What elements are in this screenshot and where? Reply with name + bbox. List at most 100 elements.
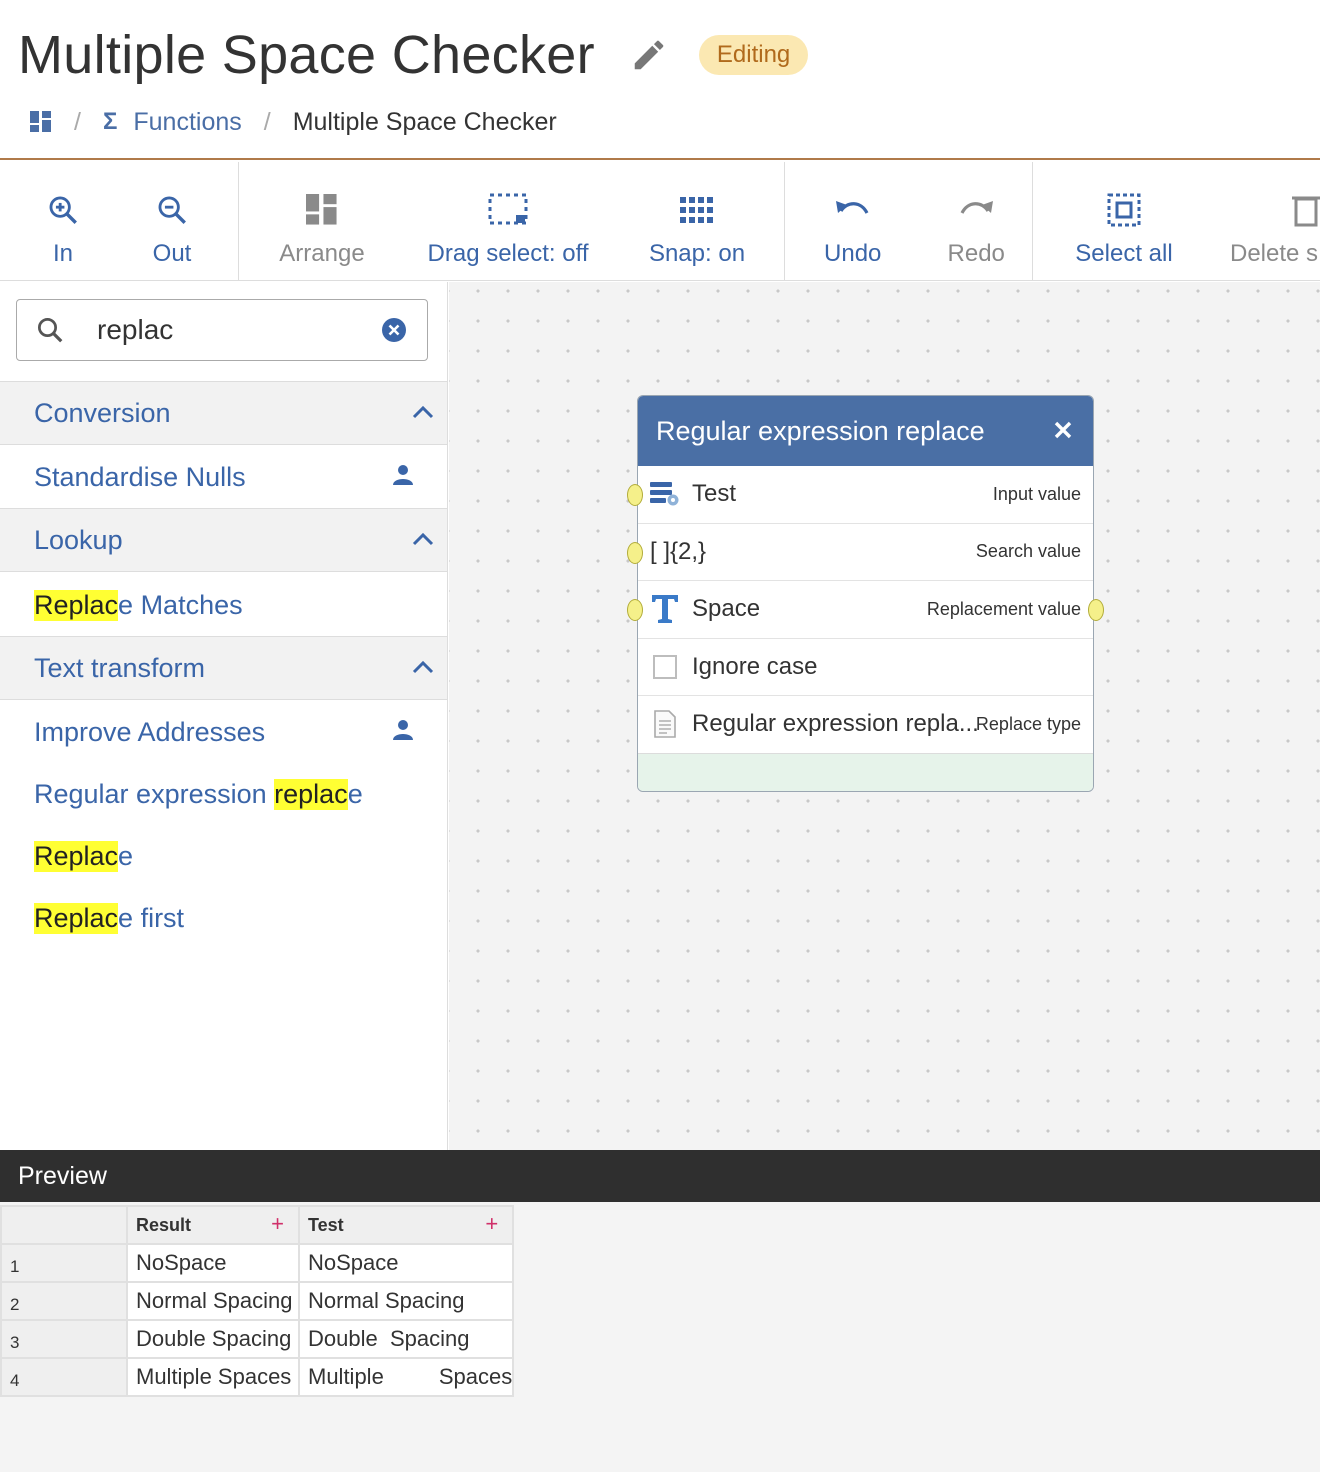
pencil-icon[interactable] — [629, 35, 669, 75]
node-row-value: Regular expression repla... — [692, 710, 979, 738]
dashboard-icon[interactable] — [30, 111, 52, 133]
search-icon — [35, 315, 65, 350]
preview-table: Result + Test + 1 NoSpace NoSpace 2 Norm… — [0, 1205, 515, 1397]
redo-button[interactable]: Redo — [920, 162, 1032, 280]
chevron-up-icon[interactable] — [411, 400, 435, 431]
table-row: 3 Double Spacing Double Spacing — [0, 1319, 515, 1359]
page-header: Multiple Space Checker Editing / Σ Funct… — [0, 0, 1320, 160]
zoom-in-button[interactable]: In — [0, 162, 126, 280]
breadcrumb: / Σ Functions / Multiple Space Checker — [30, 104, 557, 140]
plus-icon[interactable]: + — [271, 1211, 284, 1237]
function-item-label: Standardise Nulls — [34, 461, 246, 492]
function-item-improve-addresses[interactable]: Improve Addresses — [34, 712, 414, 752]
snap-label: Snap: on — [648, 240, 746, 267]
search-highlight: Replac — [34, 902, 119, 934]
plus-icon[interactable]: + — [485, 1211, 498, 1237]
chevron-up-icon[interactable] — [411, 655, 435, 686]
table-cell[interactable]: Normal Spacing — [126, 1281, 300, 1321]
search-highlight: replac — [274, 778, 348, 810]
arrange-button[interactable]: Arrange — [239, 162, 405, 280]
text-t-icon — [638, 594, 692, 624]
undo-button[interactable]: Undo — [785, 162, 920, 280]
arrange-icon — [306, 190, 338, 230]
table-cell[interactable]: NoSpace — [297, 1243, 515, 1283]
chevron-up-icon[interactable] — [411, 527, 435, 558]
preview-panel: Result + Test + 1 NoSpace NoSpace 2 Norm… — [0, 1202, 1320, 1472]
input-port[interactable] — [627, 542, 643, 564]
drag-select-button[interactable]: Drag select: off — [405, 162, 611, 280]
sigma-icon: Σ — [102, 108, 118, 135]
close-icon[interactable] — [1049, 416, 1077, 444]
node-row-value: [ ]{2,} — [650, 537, 707, 565]
table-row: 4 Multiple Spaces Multiple Spaces — [0, 1357, 515, 1397]
node-title: Regular expression replace — [656, 415, 985, 446]
layout-group: Arrange Drag select: off Snap: on — [239, 162, 785, 280]
category-label: Text transform — [34, 652, 206, 683]
select-all-label: Select all — [1075, 240, 1173, 267]
node-row-input-value[interactable]: Test Input value — [638, 466, 1093, 524]
zoom-out-button[interactable]: Out — [126, 162, 218, 280]
grid-icon — [680, 190, 714, 230]
delete-label: Delete s — [1230, 240, 1319, 267]
node-row-tag: Replace type — [975, 713, 1081, 734]
category-lookup[interactable]: Lookup — [0, 508, 447, 572]
table-cell[interactable]: Normal Spacing — [297, 1281, 515, 1321]
node-row-ignore-case[interactable]: Ignore case — [638, 639, 1093, 696]
snap-button[interactable]: Snap: on — [611, 162, 783, 280]
search-input[interactable] — [97, 310, 377, 350]
search-highlight: Replac — [34, 840, 119, 872]
arrange-label: Arrange — [279, 240, 365, 267]
function-item-replace-first[interactable]: Replac e first — [34, 898, 184, 938]
table-cell[interactable]: Multiple Spaces — [297, 1357, 515, 1397]
table-header-row: Result + Test + — [0, 1205, 515, 1245]
selection-group: Select all Delete s — [1033, 162, 1320, 280]
checkbox-icon[interactable] — [638, 654, 692, 679]
status-badge: Editing — [698, 35, 809, 75]
preview-title: Preview — [18, 1161, 107, 1190]
column-header-result[interactable]: Result + — [126, 1205, 300, 1245]
row-number: 2 — [0, 1281, 128, 1321]
breadcrumb-functions-link[interactable]: Functions — [133, 108, 241, 137]
function-item-label: e — [347, 778, 363, 809]
column-header-label: Result — [136, 1214, 192, 1235]
column-header-label: Test — [308, 1214, 344, 1235]
function-item-replace-matches[interactable]: Replac e Matches — [34, 585, 243, 625]
node-row-tag: Input value — [992, 483, 1081, 504]
function-item-replace[interactable]: Replac e — [34, 836, 133, 876]
table-cell[interactable]: NoSpace — [126, 1243, 300, 1283]
input-port[interactable] — [627, 599, 643, 621]
zoom-in-label: In — [52, 240, 73, 267]
node-row-replace-type[interactable]: Regular expression repla... Replace type — [638, 696, 1093, 754]
input-port[interactable] — [627, 484, 643, 506]
node-row-search-value[interactable]: [ ]{2,} Search value — [638, 524, 1093, 581]
category-text-transform[interactable]: Text transform — [0, 636, 447, 700]
history-group: Undo Redo — [785, 162, 1033, 280]
function-item-standardise-nulls[interactable]: Standardise Nulls — [34, 457, 414, 497]
search-highlight: Replac — [34, 589, 119, 621]
undo-icon — [835, 190, 871, 230]
category-label: Lookup — [34, 524, 123, 555]
title-row: Multiple Space Checker Editing — [18, 22, 809, 88]
node-row-replacement-value[interactable]: Space Replacement value — [638, 581, 1093, 639]
regex-replace-node[interactable]: Regular expression replace Test Input va… — [627, 395, 1104, 792]
table-cell[interactable]: Double Spacing — [126, 1319, 300, 1359]
select-all-button[interactable]: Select all — [1033, 162, 1215, 280]
page-title: Multiple Space Checker — [18, 25, 595, 85]
category-conversion[interactable]: Conversion — [0, 381, 447, 445]
node-row-tag: Replacement value — [926, 598, 1081, 619]
function-item-regex-replace[interactable]: Regular expression replac e — [34, 774, 363, 814]
zoom-out-icon — [155, 190, 189, 230]
node-row-value: Space — [692, 595, 761, 623]
preview-header[interactable]: Preview — [0, 1150, 1320, 1202]
node-header[interactable]: Regular expression replace — [638, 396, 1093, 466]
node-row-tag: Search value — [975, 541, 1081, 562]
column-header-test[interactable]: Test + — [297, 1205, 515, 1245]
table-cell[interactable]: Multiple Spaces — [126, 1357, 300, 1397]
clear-search-icon[interactable] — [381, 317, 407, 348]
table-cell[interactable]: Double Spacing — [297, 1319, 515, 1359]
delete-button[interactable]: Delete s — [1215, 162, 1320, 280]
user-icon — [392, 717, 414, 748]
select-all-icon — [1107, 190, 1141, 230]
row-number: 3 — [0, 1319, 128, 1359]
output-port[interactable] — [1088, 599, 1104, 621]
